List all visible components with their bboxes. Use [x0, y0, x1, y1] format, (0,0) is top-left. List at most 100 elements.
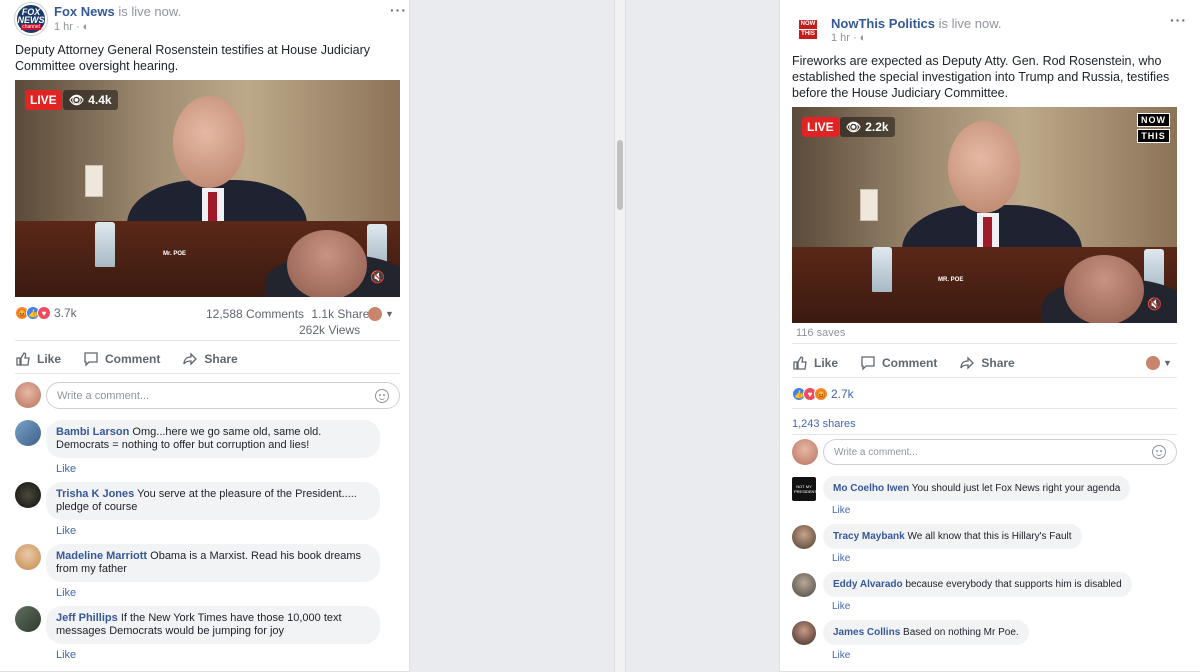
- reactions-count: 3.7k: [54, 306, 77, 320]
- engagement-stats: 12,588 Comments 1.1k Shares: [206, 307, 375, 321]
- commenter-name[interactable]: Eddy Alvarado: [833, 579, 903, 590]
- viewer-count: 2.2k: [865, 120, 889, 134]
- scrollbar-thumb[interactable]: [617, 140, 623, 210]
- love-reaction-icon: ♥: [37, 306, 51, 320]
- comments-count[interactable]: 12,588 Comments: [206, 307, 304, 321]
- post-actions: Like Comment Share: [15, 351, 260, 367]
- post-header: Fox News is live now.: [54, 4, 181, 19]
- globe-icon: ◐: [82, 21, 90, 33]
- comment-like-link[interactable]: Like: [832, 553, 850, 564]
- reactions-count: 2.7k: [831, 387, 854, 401]
- commenter-name[interactable]: Madeline Marriott: [56, 550, 147, 562]
- commenter-avatar[interactable]: [792, 573, 816, 597]
- page-avatar-fox-news[interactable]: FOX NEWS channel: [15, 3, 47, 35]
- shares-count[interactable]: 1.1k Shares: [311, 307, 375, 321]
- saves-count[interactable]: 116 saves: [796, 327, 845, 339]
- comment-like-link[interactable]: Like: [832, 505, 850, 516]
- post-time[interactable]: 1 hr: [831, 32, 850, 44]
- scrollbar-track[interactable]: [614, 0, 626, 672]
- globe-icon: ◐: [859, 32, 867, 44]
- commenter-name[interactable]: Bambi Larson: [56, 426, 129, 438]
- mute-icon[interactable]: 🔇: [370, 270, 385, 284]
- comment-like-link[interactable]: Like: [56, 525, 76, 537]
- nowthis-watermark: NOW THIS: [1137, 113, 1170, 143]
- nameplate: Mr. POE: [163, 251, 187, 257]
- fox-logo-line3: channel: [21, 24, 41, 30]
- commenter-name[interactable]: James Collins: [833, 627, 900, 638]
- viewer-count-badge: 👁 2.2k: [840, 117, 895, 137]
- comment-icon: [84, 352, 98, 367]
- emoji-icon[interactable]: [1152, 445, 1166, 459]
- live-video[interactable]: Mr. POE LIVE 👁 4.4k 🔇: [15, 80, 400, 297]
- post-header: NowThis Politics is live now.: [831, 16, 1002, 31]
- comment-bubble: Madeline Marriott Obama is a Marxist. Re…: [46, 544, 380, 582]
- viewer-selector[interactable]: ▼: [368, 307, 394, 321]
- commenter-avatar[interactable]: [15, 482, 41, 508]
- reactions-summary[interactable]: 👍 ♥ 😡 2.7k: [792, 387, 854, 401]
- comment-input[interactable]: Write a comment...: [823, 439, 1177, 465]
- like-button[interactable]: Like: [792, 355, 838, 371]
- shares-link[interactable]: 1,243 shares: [792, 418, 856, 430]
- page-avatar-nowthis[interactable]: NOW THIS: [795, 15, 821, 43]
- comment-button[interactable]: Comment: [860, 355, 937, 371]
- eye-icon: 👁: [846, 120, 862, 134]
- comment-label: Comment: [882, 356, 938, 370]
- comment-like-link[interactable]: Like: [56, 463, 76, 475]
- mute-icon[interactable]: 🔇: [1147, 297, 1162, 311]
- current-user-avatar[interactable]: [15, 382, 41, 408]
- comment-like-link[interactable]: Like: [56, 649, 76, 661]
- user-avatar-small: [1146, 356, 1160, 370]
- live-status: is live now.: [938, 16, 1002, 31]
- viewer-count-badge: 👁 4.4k: [63, 90, 118, 110]
- share-button[interactable]: Share: [182, 351, 238, 367]
- live-video[interactable]: MR. POE LIVE 👁 2.2k NOW THIS 🔇: [792, 107, 1177, 323]
- thumbs-up-icon: [16, 352, 30, 366]
- comment-bubble: Jeff Phillips If the New York Times have…: [46, 606, 380, 644]
- live-badge: LIVE: [25, 90, 62, 110]
- comment-like-link[interactable]: Like: [56, 587, 76, 599]
- commenter-avatar[interactable]: [792, 621, 816, 645]
- commenter-name[interactable]: Mo Coelho Iwen: [833, 483, 909, 494]
- current-user-avatar[interactable]: [792, 439, 818, 465]
- comment-input[interactable]: Write a comment...: [46, 382, 400, 409]
- comment-like-link[interactable]: Like: [832, 650, 850, 661]
- comment-text: Based on nothing Mr Poe.: [903, 627, 1019, 638]
- page-background: [410, 0, 779, 672]
- comment-text: because everybody that supports him is d…: [905, 579, 1122, 590]
- viewer-selector[interactable]: ▼: [1146, 356, 1172, 370]
- watermark-bottom: THIS: [1137, 129, 1170, 143]
- commenter-avatar[interactable]: [15, 544, 41, 570]
- viewer-count: 4.4k: [88, 93, 112, 107]
- page-name-link[interactable]: NowThis Politics: [831, 16, 935, 31]
- comment-text: You should just let Fox News right your …: [911, 483, 1121, 494]
- avatar-caption: NOT MY PRESIDENT: [794, 484, 816, 494]
- share-label: Share: [981, 356, 1015, 370]
- comment-bubble: Bambi Larson Omg...here we go same old, …: [46, 420, 380, 458]
- caret-down-icon: ▼: [385, 309, 394, 319]
- commenter-name[interactable]: Tracy Maybank: [833, 531, 905, 542]
- reactions-summary[interactable]: 😡 👍 ♥ 3.7k: [15, 306, 77, 320]
- commenter-avatar[interactable]: [792, 525, 816, 549]
- commenter-name[interactable]: Jeff Phillips: [56, 612, 118, 624]
- more-options-icon[interactable]: ···: [390, 2, 407, 18]
- commenter-avatar[interactable]: NOT MY PRESIDENT: [792, 477, 816, 501]
- post-time[interactable]: 1 hr: [54, 21, 73, 33]
- commenter-avatar[interactable]: [15, 606, 41, 632]
- comment-like-link[interactable]: Like: [832, 601, 850, 612]
- fox-logo-line2: NEWS: [17, 15, 45, 25]
- comment-bubble: Eddy Alvarado because everybody that sup…: [823, 572, 1132, 597]
- commenter-avatar[interactable]: [15, 420, 41, 446]
- share-button[interactable]: Share: [959, 355, 1015, 371]
- share-icon: [960, 356, 975, 370]
- like-button[interactable]: Like: [15, 351, 61, 367]
- comment-placeholder: Write a comment...: [834, 446, 918, 458]
- comment-placeholder: Write a comment...: [57, 389, 150, 402]
- emoji-icon[interactable]: [375, 388, 389, 403]
- page-name-link[interactable]: Fox News: [54, 4, 115, 19]
- more-options-icon[interactable]: ···: [1170, 12, 1187, 28]
- comment-bubble: James Collins Based on nothing Mr Poe.: [823, 620, 1029, 645]
- commenter-name[interactable]: Trisha K Jones: [56, 488, 134, 500]
- comment-button[interactable]: Comment: [83, 351, 160, 367]
- live-status: is live now.: [118, 4, 182, 19]
- post-text: Deputy Attorney General Rosenstein testi…: [15, 43, 371, 73]
